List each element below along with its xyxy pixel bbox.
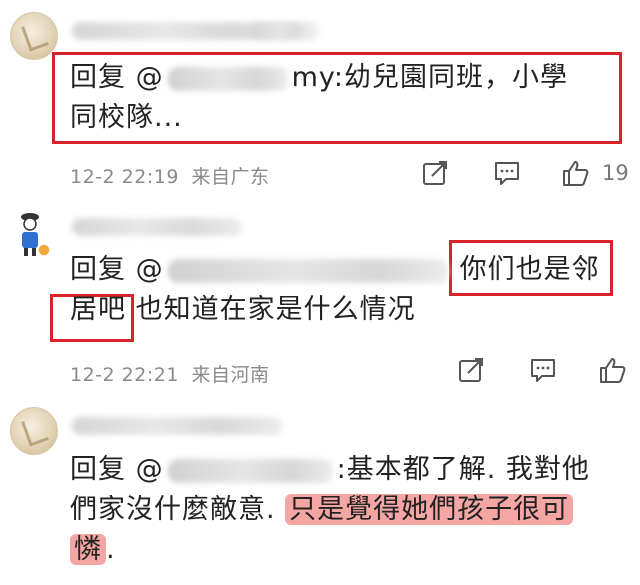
comment-text: 回复 @ 你们也是邻 居吧 也知道在家是什么情况 [70,250,600,330]
avatar[interactable] [10,407,58,455]
content-highlight: 居吧 [70,294,126,325]
blurred-username-tail [250,22,320,40]
share-icon[interactable] [420,158,450,188]
like-icon[interactable] [597,355,627,385]
blurred-mention [167,258,448,283]
content-highlight: 只是覺得她們孩子很可 [285,494,574,525]
content-line: . [106,534,116,565]
blurred-username [72,417,282,435]
comment-1: 回复 @ my:幼兒園同班，小學 同校隊... 12-2 22:19 来自广东 1… [0,0,640,200]
mention-suffix: my: [291,62,345,93]
share-icon[interactable] [456,355,486,385]
blurred-mention [167,458,333,483]
like-icon[interactable] [560,158,590,188]
content-highlight: 你们也是邻 [459,254,600,285]
like-count: 19 [602,161,629,185]
avatar[interactable] [10,12,58,60]
comment-icon[interactable] [528,355,558,385]
content-line: :基本都了解. 我對他 [336,454,590,485]
content-line: 們家沒什麼敵意. [70,494,286,525]
reply-prefix: 回复 @ [70,62,164,93]
comment-icon[interactable] [492,158,522,188]
reply-prefix: 回复 @ [70,254,164,285]
content-line: 幼兒園同班，小學 [344,62,569,93]
content-line: 也知道在家是什么情况 [126,294,416,325]
comment-text: 回复 @ :基本都了解. 我對他 們家沒什麼敵意. 只是覺得她們孩子很可 憐. [70,450,590,570]
blurred-username [72,218,242,236]
comment-actions: 19 [0,158,640,194]
blurred-mention [167,66,288,91]
comment-2: 回复 @ 你们也是邻 居吧 也知道在家是什么情况 12-2 22:21 来自河南 [0,200,640,395]
content-highlight: 憐 [70,534,106,565]
comment-3: 回复 @ :基本都了解. 我對他 們家沒什麼敵意. 只是覺得她們孩子很可 憐. [0,395,640,585]
comment-actions [0,355,640,391]
avatar[interactable] [12,208,52,258]
comment-text: 回复 @ my:幼兒園同班，小學 同校隊... [70,58,568,138]
content-line: 同校隊... [70,102,183,133]
reply-prefix: 回复 @ [70,454,164,485]
